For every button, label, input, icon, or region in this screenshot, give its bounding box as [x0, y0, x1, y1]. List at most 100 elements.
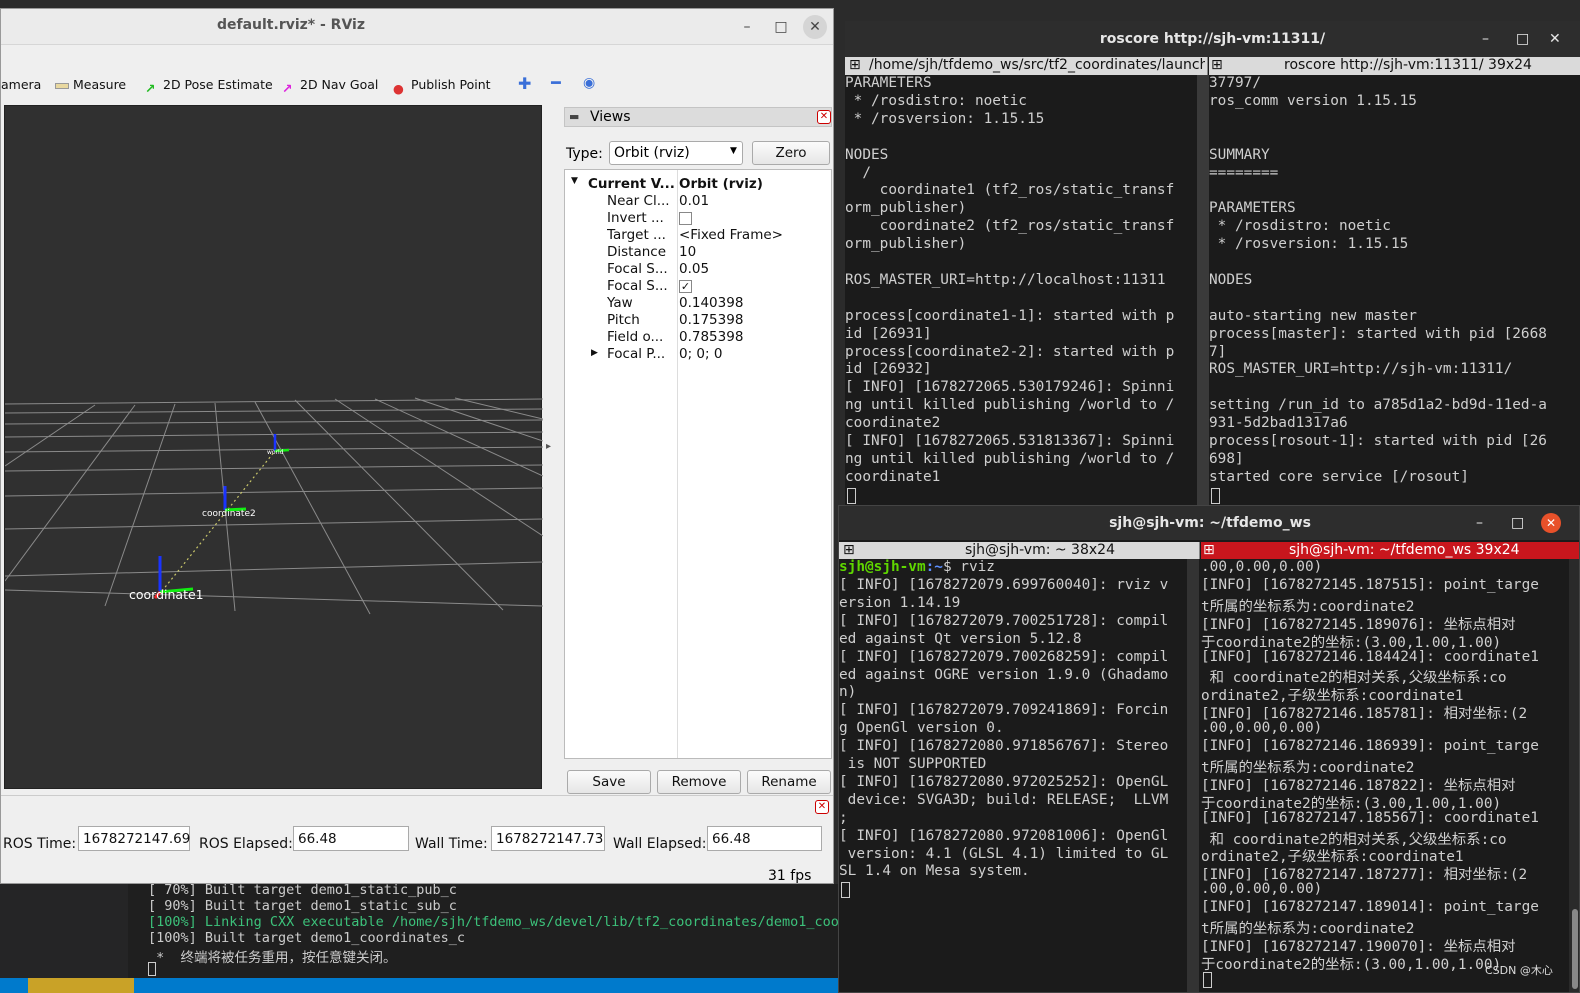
3d-render-view[interactable]: coordinate1 coordinate2 world — [4, 105, 543, 789]
tree-row[interactable]: Yaw 0.140398 — [565, 295, 831, 312]
wall-elapsed-label: Wall Elapsed: — [613, 836, 707, 852]
roscore-left-pane[interactable]: PARAMETERS * /rosdistro: noetic * /rosve… — [845, 75, 1195, 505]
tab-home[interactable]: ⊞ sjh@sjh-vm: ~ 38x24 — [839, 542, 1200, 559]
views-title: Views — [590, 109, 631, 125]
terminal-cursor — [148, 962, 156, 976]
tree-row[interactable]: Field o... 0.785398 — [565, 329, 831, 346]
expand-right-icon: ▶ — [591, 348, 598, 358]
terminal-line: * /rosversion: 1.15.15 — [1209, 236, 1409, 253]
tree-row[interactable]: ▶ Focal P... 0; 0; 0 — [565, 346, 831, 363]
save-button[interactable]: Save — [567, 770, 651, 794]
remove-button[interactable]: Remove — [657, 770, 741, 794]
pane-scrollbar[interactable] — [1187, 559, 1199, 992]
minimize-icon[interactable]: – — [735, 15, 759, 39]
wall-elapsed-field[interactable]: 66.48 — [707, 826, 822, 851]
terminal-line: 7] — [1209, 343, 1227, 360]
terminal-line: orm_publisher) — [845, 200, 967, 217]
close-time-panel-icon[interactable]: ✕ — [815, 800, 829, 814]
terminal-line: 931-5d2bad1317a6 — [1209, 415, 1348, 432]
terminal-line: auto-starting new master — [1209, 307, 1417, 324]
ros-time-field[interactable]: 1678272147.69 — [78, 826, 190, 851]
pane-scrollbar[interactable] — [1569, 559, 1579, 992]
close-panel-icon[interactable]: ✕ — [817, 110, 831, 124]
terminal-line: setting /run_id to a785d1a2-bd9d-11ed-a — [1209, 397, 1547, 414]
close-icon[interactable]: ✕ — [803, 15, 827, 39]
grid-line — [334, 398, 543, 537]
terminal-line: [ INFO] [1678272079.700251728]: compil — [839, 612, 1169, 629]
tool-2d-pose-estimate[interactable]: ↗ 2D Pose Estimate — [145, 77, 273, 96]
maximize-icon[interactable]: □ — [769, 15, 793, 39]
terminal-line: .00,0.00,0.00) — [1201, 720, 1323, 737]
roscore-right-pane[interactable]: 37797/ros_comm version 1.15.15 SUMMARY ===… — [1209, 75, 1580, 505]
terminal-line: id [26932] — [845, 361, 932, 378]
ws-titlebar[interactable]: sjh@sjh-vm: ~/tfdemo_ws – □ ✕ — [839, 506, 1579, 540]
terminal-cursor — [847, 487, 856, 504]
tab-tfdemo-ws[interactable]: ⊞ sjh@sjh-vm: ~/tfdemo_ws 39x24 — [1201, 542, 1579, 559]
tab-roscore[interactable]: ⊞ roscore http://sjh-vm:11311/ 39x24 — [1209, 57, 1580, 75]
ws-right-pane[interactable]: .00,0.00,0.00) [INFO] [1678272145.187515]… — [1201, 559, 1567, 992]
views-property-tree: ▼ Current V... Orbit (rviz) Near Cl... 0.… — [564, 169, 832, 759]
tool-publish-point[interactable]: ● Publish Point — [393, 77, 491, 96]
terminal-line: version: 4.1 (GLSL 4.1) limited to GL — [839, 845, 1169, 862]
ws-terminal-window: sjh@sjh-vm: ~/tfdemo_ws – □ ✕ ⊞ sjh@sjh-… — [838, 505, 1580, 993]
terminal-line: [ 70%] Built target demo1_static_pub_c — [148, 882, 457, 898]
rename-button[interactable]: Rename — [747, 770, 831, 794]
terminal-line: NODES — [845, 146, 889, 163]
close-icon[interactable]: ✕ — [1549, 21, 1561, 57]
tree-row[interactable]: Distance 10 — [565, 244, 831, 261]
maximize-icon[interactable]: □ — [1511, 506, 1524, 540]
close-icon[interactable]: ✕ — [1541, 513, 1561, 533]
terminal-line: ng until killed publishing /world to / — [845, 450, 1175, 467]
frame-label-coordinate1: coordinate1 — [129, 587, 204, 602]
wall-time-field[interactable]: 1678272147.73 — [491, 826, 605, 851]
tree-row[interactable]: Target ... <Fixed Frame> — [565, 227, 831, 244]
zero-button[interactable]: Zero — [752, 141, 830, 165]
editor-sidebar — [0, 884, 128, 978]
tool-2d-nav-goal[interactable]: ↗ 2D Nav Goal — [282, 77, 378, 96]
tree-row[interactable]: Focal S... ✓ — [565, 278, 831, 295]
tree-row[interactable]: Focal S... 0.05 — [565, 261, 831, 278]
views-panel: ▬ Views ✕ Type: Orbit (rviz) ▼ Zero ▼ Cu… — [564, 107, 832, 794]
scrollbar-thumb[interactable] — [1572, 909, 1578, 989]
minimize-icon[interactable]: – — [1476, 506, 1483, 540]
tree-row[interactable]: Invert ... — [565, 210, 831, 227]
grid-line — [5, 487, 543, 497]
tool-measure[interactable]: Measure — [55, 77, 126, 92]
vscode-terminal[interactable]: [ 70%] Built target demo1_static_pub_c [… — [0, 882, 855, 978]
terminal-line: orm_publisher) — [845, 236, 967, 253]
minimize-icon[interactable]: – — [1482, 21, 1489, 57]
remove-tool-icon[interactable]: ━ — [551, 73, 561, 92]
maximize-icon[interactable]: □ — [1516, 21, 1529, 57]
terminal-line: [ 90%] Built target demo1_static_sub_c — [148, 898, 457, 914]
terminal-line: NODES — [1209, 271, 1253, 288]
pane-scrollbar[interactable] — [1197, 75, 1209, 505]
invert-checkbox[interactable] — [679, 212, 692, 225]
terminal-line: device: SVGA3D; build: RELEASE; LLVM — [839, 791, 1169, 808]
collapse-handle-icon[interactable]: ▸ — [546, 441, 551, 452]
tab-launch[interactable]: ⊞ /home/sjh/tfdemo_ws/src/tf2_coordinate… — [845, 57, 1208, 75]
terminal-tab-icon: ⊞ — [1203, 542, 1215, 558]
terminal-line: [ INFO] [1678272080.972025252]: OpenGL — [839, 773, 1169, 790]
eye-icon[interactable]: ◉ — [583, 75, 595, 91]
rviz-titlebar[interactable]: default.rviz* - RViz – □ ✕ — [1, 9, 833, 45]
ruler-icon — [55, 82, 69, 89]
roscore-titlebar[interactable]: roscore http://sjh-vm:11311/ – □ ✕ — [845, 21, 1580, 57]
expand-down-icon: ▼ — [571, 176, 578, 186]
tree-row-root[interactable]: ▼ Current V... Orbit (rviz) — [565, 176, 831, 193]
ros-elapsed-field[interactable]: 66.48 — [293, 826, 409, 851]
type-select[interactable]: Orbit (rviz) ▼ — [609, 141, 743, 165]
tool-camera[interactable]: amera — [1, 77, 41, 92]
terminal-line: process[rosout-1]: started with pid [26 — [1209, 433, 1547, 449]
frame-label-coordinate2: coordinate2 — [202, 509, 256, 519]
terminal-line: [INFO] [1678272146.186939]: point_targe — [1201, 738, 1539, 754]
focal-shape-checkbox[interactable]: ✓ — [679, 280, 692, 293]
terminal-cursor — [1211, 487, 1220, 504]
tree-row[interactable]: Near Cl... 0.01 — [565, 193, 831, 210]
tree-row[interactable]: Pitch 0.175398 — [565, 312, 831, 329]
add-tool-icon[interactable]: ✚ — [518, 74, 531, 93]
terminal-line: process[master]: started with pid [2668 — [1209, 325, 1547, 342]
ws-left-pane[interactable]: sjh@sjh-vm:~$ rviz [ INFO] [1678272079.6… — [839, 559, 1185, 992]
terminal-line: [INFO] [1678272147.189014]: point_targe — [1201, 899, 1539, 916]
watermark: CSDN @木心 — [1485, 964, 1553, 977]
type-label: Type: — [566, 146, 603, 162]
